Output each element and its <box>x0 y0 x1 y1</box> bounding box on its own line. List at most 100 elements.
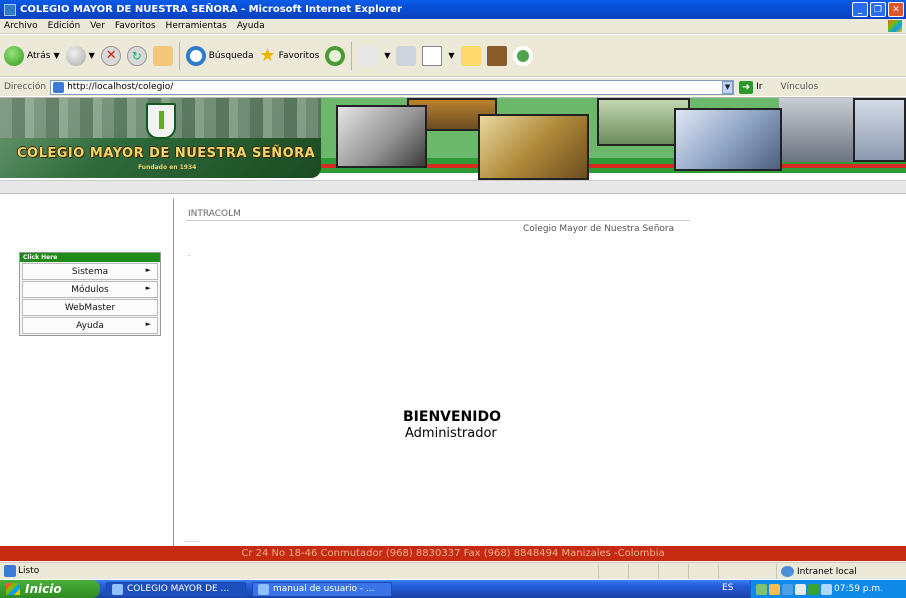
messenger-icon[interactable] <box>512 45 533 66</box>
divider <box>184 541 200 542</box>
menu-archivo[interactable]: Archivo <box>4 21 38 31</box>
antivirus-icon[interactable] <box>808 583 819 595</box>
taskbar-item-manual[interactable]: manual de usuario - ... <box>252 581 392 597</box>
site-subtitle: Fundado en 1934 <box>138 164 197 171</box>
maximize-button[interactable]: ❐ <box>870 2 886 17</box>
security-zone[interactable]: Intranet local <box>776 564 906 579</box>
menu-ver[interactable]: Ver <box>90 21 105 31</box>
menu-item-ayuda[interactable]: Ayuda ► <box>22 317 158 334</box>
submenu-arrow-icon: ► <box>145 284 151 292</box>
chevron-down-icon: ▼ <box>53 51 60 60</box>
print-icon[interactable] <box>396 45 417 66</box>
volume-icon[interactable] <box>795 583 806 595</box>
toolbar: Atrás ▼ ▼ ↻ Búsqueda ★ Favoritos ▼ ▼ <box>0 35 906 77</box>
address-dropdown-icon[interactable]: ▼ <box>722 80 734 94</box>
banner-photo <box>674 108 782 171</box>
menu-item-label: Ayuda <box>76 320 104 331</box>
sidebar <box>0 198 174 546</box>
menu-favoritos[interactable]: Favoritos <box>115 21 156 31</box>
school-crest-icon <box>146 103 176 139</box>
status-cell <box>628 564 658 579</box>
address-bar: Dirección http://localhost/colegio/ ▼ ➜ … <box>0 78 906 96</box>
home-icon[interactable] <box>152 45 173 66</box>
divider <box>186 220 690 221</box>
banner-photo <box>336 105 427 168</box>
menu-item-modulos[interactable]: Módulos ► <box>22 281 158 298</box>
chevron-down-icon[interactable]: ▼ <box>448 51 454 60</box>
menu-herramientas[interactable]: Herramientas <box>166 21 227 31</box>
history-icon[interactable] <box>325 45 346 66</box>
go-arrow-icon: ➜ <box>739 80 754 94</box>
system-tray: 07:59 p.m. <box>750 580 906 598</box>
go-label: Ir <box>756 82 763 92</box>
toolbar-separator <box>178 41 180 70</box>
url-text: http://localhost/colegio/ <box>67 82 174 92</box>
favorites-label: Favoritos <box>278 50 320 61</box>
nav-strip <box>0 180 906 194</box>
site-banner: COLEGIO MAYOR DE NUESTRA SEÑORA Fundado … <box>0 98 906 180</box>
favorites-button[interactable]: ★ Favoritos <box>260 45 320 66</box>
task-label: manual de usuario - ... <box>273 584 375 594</box>
menu-bar: Archivo Edición Ver Favoritos Herramient… <box>0 19 906 34</box>
status-bar: Listo Intranet local <box>0 562 906 579</box>
forward-arrow-icon <box>65 45 86 66</box>
status-cells <box>598 564 748 579</box>
menu-item-webmaster[interactable]: WebMaster <box>22 299 158 316</box>
submenu-arrow-icon: ► <box>145 266 151 274</box>
menu-ayuda[interactable]: Ayuda <box>237 21 265 31</box>
intranet-icon <box>781 566 794 577</box>
messenger-tray-icon[interactable] <box>769 583 780 595</box>
section-title: INTRACOLM <box>188 209 241 219</box>
welcome-heading: BIENVENIDO <box>403 409 502 425</box>
taskbar-item-browser[interactable]: COLEGIO MAYOR DE ... <box>106 581 246 597</box>
banner-photo <box>478 114 589 180</box>
status-text: Listo <box>18 566 40 576</box>
menu-item-label: Sistema <box>71 266 109 277</box>
refresh-icon[interactable]: ↻ <box>126 45 147 66</box>
stop-icon[interactable] <box>100 45 121 66</box>
mail-icon[interactable] <box>358 45 379 66</box>
institution-name: Colegio Mayor de Nuestra Señora <box>523 224 675 234</box>
favorites-star-icon: ★ <box>259 45 276 66</box>
window-title-bar[interactable]: COLEGIO MAYOR DE NUESTRA SEÑORA - Micros… <box>0 0 906 19</box>
page-icon <box>53 81 65 93</box>
folder-icon[interactable] <box>460 45 481 66</box>
banner-photo <box>853 98 906 162</box>
menu-edicion[interactable]: Edición <box>48 21 81 31</box>
divider <box>188 255 190 256</box>
go-button[interactable]: ➜ Ir <box>739 80 763 94</box>
web-page: COLEGIO MAYOR DE NUESTRA SEÑORA Fundado … <box>0 97 906 561</box>
security-tray-icon[interactable] <box>782 583 793 595</box>
chevron-down-icon: ▼ <box>88 51 95 60</box>
ie-icon <box>112 583 123 595</box>
search-button[interactable]: Búsqueda <box>185 45 254 66</box>
banner-stripe <box>318 173 906 180</box>
edit-icon[interactable] <box>422 45 443 66</box>
status-cell <box>718 564 748 579</box>
back-button[interactable]: Atrás ▼ <box>4 45 60 66</box>
menu-header: Click Here <box>20 253 160 262</box>
start-button[interactable]: Inicio <box>0 580 100 598</box>
network-icon[interactable] <box>756 583 767 595</box>
chevron-down-icon[interactable]: ▼ <box>384 51 390 60</box>
minimize-button[interactable]: _ <box>852 2 868 17</box>
back-label: Atrás <box>27 50 51 61</box>
search-label: Búsqueda <box>208 50 254 61</box>
forward-button[interactable]: ▼ <box>65 45 95 66</box>
zone-label: Intranet local <box>797 566 857 577</box>
clock: 07:59 p.m. <box>834 584 883 594</box>
links-button[interactable]: Vínculos <box>780 82 818 92</box>
ie-icon <box>4 3 16 16</box>
display-icon[interactable] <box>821 583 832 595</box>
language-indicator[interactable]: ES <box>722 583 733 593</box>
main-content: INTRACOLM Colegio Mayor de Nuestra Señor… <box>174 198 906 546</box>
menu-item-label: Módulos <box>71 284 109 295</box>
address-label: Dirección <box>4 82 47 92</box>
user-role: Administrador <box>405 426 497 441</box>
research-icon[interactable] <box>486 45 507 66</box>
menu-item-sistema[interactable]: Sistema ► <box>22 263 158 280</box>
url-input[interactable]: http://localhost/colegio/ <box>50 79 735 95</box>
status-cell <box>658 564 688 579</box>
window-title: COLEGIO MAYOR DE NUESTRA SEÑORA - Micros… <box>20 4 403 15</box>
close-button[interactable]: ✕ <box>888 2 904 17</box>
